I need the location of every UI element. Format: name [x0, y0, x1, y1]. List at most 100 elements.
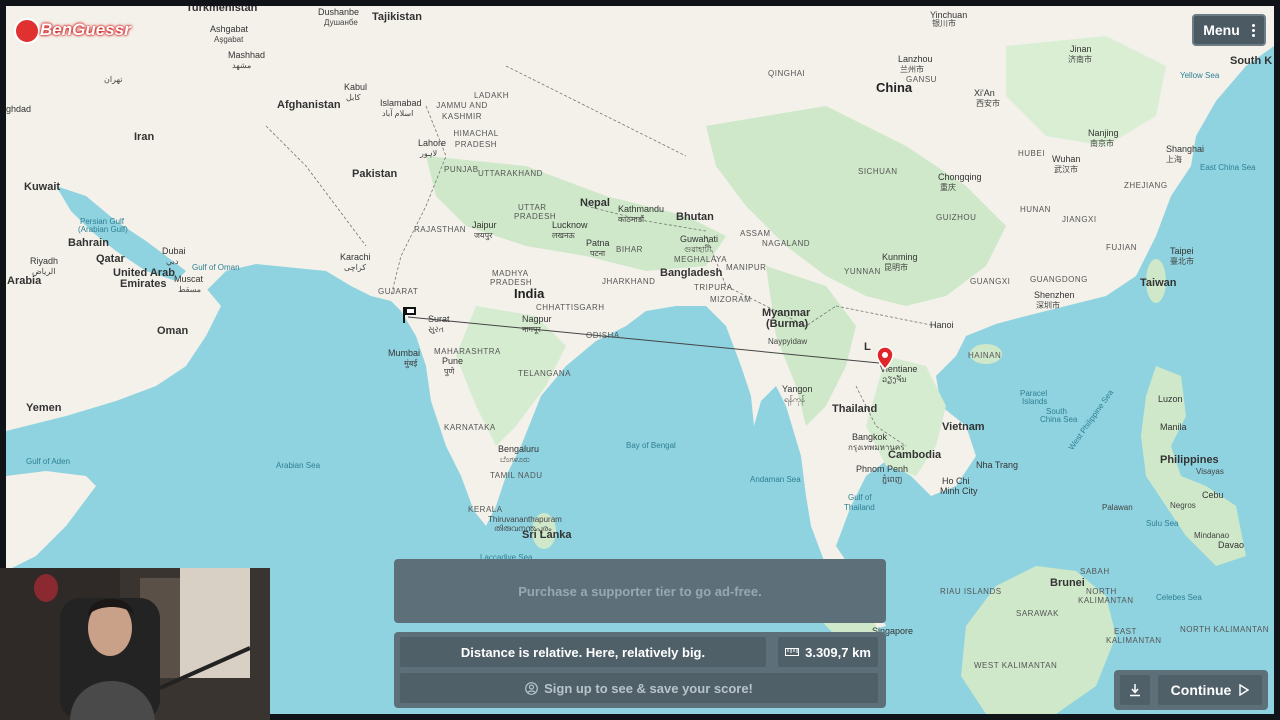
map-label-vietnam: Vietnam	[942, 421, 985, 433]
app-logo[interactable]: BenGuessr	[12, 14, 142, 44]
map-label-arabia: Arabia	[7, 275, 42, 287]
map-label-jammu-kashmir: JAMMU AND KASHMIR	[436, 101, 488, 121]
map-label-karnataka: KARNATAKA	[444, 423, 496, 432]
logo-text: BenGuessr	[40, 20, 131, 39]
map-label-oman: Oman	[157, 325, 189, 337]
map-label-hcmc-2: Minh City	[940, 486, 978, 496]
map-label-dushanbe-local: Душанбе	[324, 18, 358, 27]
map-label-karachi-local: کراچی	[344, 263, 367, 272]
distance-value: 3.309,7 km	[805, 644, 871, 660]
map-label-nha-trang: Nha Trang	[976, 460, 1019, 470]
map-label-jinan-local: 济南市	[1068, 55, 1092, 64]
map-label-rajasthan: RAJASTHAN	[414, 225, 467, 234]
map-label-ghdad: ghdad	[6, 104, 32, 114]
map-label-lucknow-local: लखनऊ	[552, 231, 575, 240]
location-pin-icon[interactable]	[876, 346, 894, 370]
map-label-guangdong: GUANGDONG	[1030, 275, 1088, 284]
map-label-dubai-local: دبي	[166, 257, 179, 266]
map-label-laos: L	[864, 341, 871, 353]
menu-button[interactable]: Menu	[1192, 14, 1266, 46]
webcam-feed-image	[0, 568, 270, 720]
map-label-mumbai-local: मुंबई	[404, 359, 418, 368]
map-label-chhattisgarh: CHHATTISGARH	[536, 303, 605, 312]
ad-free-text: Purchase a supporter tier to go ad-free.	[518, 583, 762, 599]
map-label-nagaland: NAGALAND	[762, 239, 811, 248]
map-label-celebes: Celebes Sea	[1156, 593, 1202, 602]
map-label-yellow-sea: Yellow Sea	[1180, 71, 1220, 80]
map-label-zhejiang: ZHEJIANG	[1124, 181, 1168, 190]
map-label-visayas: Visayas	[1196, 467, 1224, 476]
map-label-nkal-2: KALIMANTAN	[1078, 596, 1134, 605]
ruler-icon	[785, 648, 800, 656]
map-label-odisha: ODISHA	[586, 331, 620, 340]
map-label-yemen: Yemen	[26, 402, 62, 414]
map-label-sri-lanka: Sri Lanka	[522, 529, 572, 541]
map-label-india: India	[514, 286, 545, 301]
map-label-gulf-oman: Gulf of Oman	[192, 263, 240, 272]
map-label-jharkhand: JHARKHAND	[602, 277, 656, 286]
map-label-kathmandu-local: काठमाडौं	[618, 215, 645, 224]
map-label-nagpur-local: नागपूर	[522, 325, 541, 334]
continue-button[interactable]: Continue	[1158, 675, 1262, 705]
map-label-lanzhou-local: 兰州市	[900, 65, 924, 74]
map-label-ekal-2: KALIMANTAN	[1106, 636, 1162, 645]
map-label-surat-local: સુરત	[428, 325, 444, 334]
map-label-guangxi: GUANGXI	[970, 277, 1011, 286]
download-button[interactable]	[1120, 675, 1150, 705]
map-label-kunming-local: 昆明市	[884, 263, 908, 272]
map-label-nkal-3: NORTH KALIMANTAN	[1180, 625, 1270, 634]
map-label-guizhou: GUIZHOU	[936, 213, 977, 222]
map-label-uttarakhand: UTTARAKHAND	[478, 169, 543, 178]
signup-button[interactable]: Sign up to see & save your score!	[400, 673, 878, 703]
menu-label: Menu	[1203, 22, 1240, 38]
map-label-iran: Iran	[134, 131, 155, 143]
map-label-burma: (Burma)	[766, 318, 809, 330]
map-label-gulf-aden: Gulf of Aden	[26, 457, 71, 466]
map-label-gulf-thailand-2: Thailand	[844, 503, 875, 512]
map-label-naypyidaw: Naypyidaw	[768, 337, 808, 346]
user-circle-icon	[525, 681, 538, 695]
download-icon	[1130, 684, 1140, 697]
map-label-nanjing-local: 南京市	[1090, 139, 1114, 148]
map-label-pakistan: Pakistan	[352, 168, 398, 180]
map-label-sabah: SABAH	[1080, 567, 1110, 576]
map-label-ashgabat-local: Aşgabat	[214, 35, 244, 44]
map-label-sulu-sea: Sulu Sea	[1146, 519, 1179, 528]
map-label-andaman-sea: Andaman Sea	[750, 475, 801, 484]
map-label-qinghai: QINGHAI	[768, 69, 806, 78]
map-label-meghalaya: MEGHALAYA	[674, 255, 728, 264]
map-label-hainan: HAINAN	[968, 351, 1002, 360]
map-label-hunan: HUNAN	[1020, 205, 1051, 214]
map-label-jiangxi: JIANGXI	[1062, 215, 1097, 224]
map-label-sarawak: SARAWAK	[1016, 609, 1059, 618]
round-controls: Continue	[1114, 670, 1268, 710]
continue-label: Continue	[1170, 682, 1232, 698]
map-label-vientiane-local: ວຽງຈັນ	[882, 375, 907, 384]
map-label-afghanistan: Afghanistan	[277, 99, 341, 111]
logo-mark-icon	[14, 18, 40, 44]
map-label-bahrain: Bahrain	[68, 237, 109, 249]
map-label-cambodia: Cambodia	[888, 449, 942, 461]
map-label-bengaluru-local: ಬೆಂಗಳೂರು	[500, 455, 530, 464]
map-label-phnom-local: ភ្នំពេញ	[882, 475, 903, 484]
play-icon	[1239, 684, 1250, 696]
map-label-riau: RIAU ISLANDS	[940, 587, 1002, 596]
guess-flag-icon[interactable]	[402, 306, 418, 324]
result-message: Distance is relative. Here, relatively b…	[400, 637, 766, 667]
map-label-luzon: Luzon	[1158, 394, 1183, 404]
map-label-yangon-local: ရန်ကုန်	[784, 395, 805, 404]
map-label-bhutan: Bhutan	[676, 211, 714, 223]
more-vertical-icon	[1251, 23, 1255, 37]
map-label-mizoram: MIZORAM	[710, 295, 752, 304]
map-label-patna-local: पटना	[590, 249, 606, 258]
map-label-pune-local: पुणे	[444, 367, 455, 376]
map-label-negros: Negros	[1170, 501, 1196, 510]
map-label-kuwait: Kuwait	[24, 181, 61, 193]
map-label-yinchuan-local: 银川市	[932, 19, 956, 28]
map-label-himachal: HIMACHAL PRADESH	[453, 129, 499, 149]
map-label-islamabad-local: اسلام آباد	[382, 109, 414, 118]
map-label-taipei-local: 臺北市	[1170, 257, 1194, 266]
map-label-arabian-sea: Arabian Sea	[276, 461, 321, 470]
map-label-kabul-local: کابل	[346, 93, 361, 102]
ad-free-notice[interactable]: Purchase a supporter tier to go ad-free.	[394, 559, 886, 623]
